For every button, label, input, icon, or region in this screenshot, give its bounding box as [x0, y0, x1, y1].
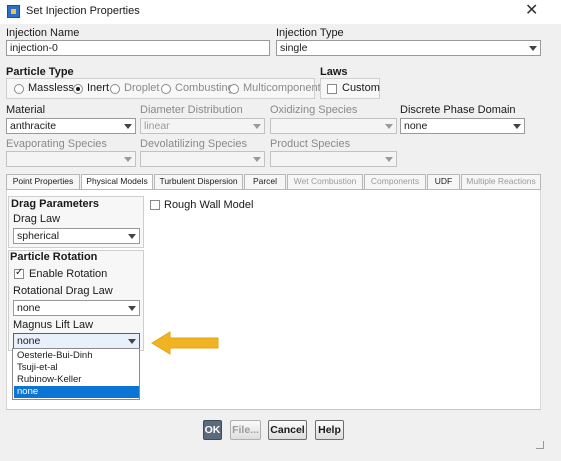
- oxidizing-species-label: Oxidizing Species: [270, 104, 358, 116]
- drag-law-label: Drag Law: [13, 213, 61, 225]
- particle-type-heading: Particle Type: [6, 66, 74, 78]
- chevron-down-icon: [385, 124, 393, 129]
- chevron-down-icon: [124, 157, 132, 162]
- button-row-divider: [6, 409, 541, 410]
- custom-laws-label: Custom: [342, 82, 380, 94]
- drag-law-value: spherical: [17, 230, 60, 242]
- help-button[interactable]: Help: [315, 420, 344, 440]
- radio-massless[interactable]: [14, 84, 24, 94]
- discrete-phase-domain-select[interactable]: none: [400, 118, 525, 134]
- product-species-label: Product Species: [270, 138, 351, 150]
- radio-multicomponent[interactable]: [229, 84, 239, 94]
- custom-laws-checkbox[interactable]: [327, 84, 337, 94]
- laws-group: Custom: [320, 78, 380, 99]
- material-label: Material: [6, 104, 46, 116]
- tab-multiple-reactions[interactable]: Multiple Reactions: [461, 174, 541, 189]
- tab-wet-combustion[interactable]: Wet Combustion: [287, 174, 363, 189]
- chevron-down-icon: [124, 124, 132, 129]
- radio-massless-label: Massless: [28, 82, 74, 94]
- magnus-lift-law-select[interactable]: none: [13, 333, 140, 349]
- magnus-lift-law-dropdown-list: Oesterle-Bui-Dinh Tsuji-et-al Rubinow-Ke…: [12, 348, 140, 400]
- radio-droplet[interactable]: [110, 84, 120, 94]
- injection-name-label: Injection Name: [6, 27, 80, 39]
- chevron-down-icon: [513, 124, 521, 129]
- particle-type-group: Massless Inert Droplet Combusting Multic…: [6, 78, 321, 99]
- tab-components[interactable]: Components: [364, 174, 426, 189]
- discrete-phase-domain-label: Discrete Phase Domain: [400, 104, 516, 116]
- injection-type-select[interactable]: single: [276, 40, 541, 56]
- chevron-down-icon: [128, 339, 136, 344]
- resize-grip-icon[interactable]: [536, 441, 544, 449]
- dropdown-option-tsuji-et-al[interactable]: Tsuji-et-al: [14, 362, 139, 374]
- chevron-down-icon: [529, 46, 537, 51]
- dropdown-option-rubinow-keller[interactable]: Rubinow-Keller: [14, 374, 139, 386]
- magnus-lift-law-value: none: [17, 335, 41, 347]
- oxidizing-species-select[interactable]: [270, 118, 397, 134]
- diameter-distribution-label: Diameter Distribution: [140, 104, 243, 116]
- rough-wall-model-checkbox[interactable]: [150, 200, 160, 210]
- chevron-down-icon: [253, 157, 261, 162]
- material-value: anthracite: [10, 120, 57, 132]
- material-select[interactable]: anthracite: [6, 118, 136, 134]
- radio-inert[interactable]: [73, 84, 83, 94]
- close-icon[interactable]: ✕: [525, 2, 538, 20]
- radio-combusting[interactable]: [161, 84, 171, 94]
- injection-type-value: single: [280, 42, 308, 54]
- app-icon: [7, 5, 20, 18]
- particle-rotation-heading: Particle Rotation: [10, 251, 98, 263]
- dropdown-option-oesterle-bui-dinh[interactable]: Oesterle-Bui-Dinh: [14, 350, 139, 362]
- radio-multicomponent-label: Multicomponent: [243, 82, 321, 94]
- injection-name-input[interactable]: injection-0: [6, 40, 270, 56]
- chevron-down-icon: [128, 306, 136, 311]
- chevron-down-icon: [253, 124, 261, 129]
- devolatilizing-species-select[interactable]: [140, 151, 265, 167]
- magnus-lift-law-label: Magnus Lift Law: [13, 319, 94, 331]
- set-injection-properties-dialog: Set Injection Properties ✕ Injection Nam…: [0, 0, 561, 461]
- tab-parcel[interactable]: Parcel: [244, 174, 286, 189]
- enable-rotation-label: Enable Rotation: [29, 268, 108, 280]
- rough-wall-model-label: Rough Wall Model: [164, 199, 254, 211]
- title-bar: Set Injection Properties ✕: [0, 0, 561, 24]
- radio-inert-label: Inert: [87, 82, 110, 94]
- rotational-drag-law-select[interactable]: none: [13, 300, 140, 316]
- product-species-select[interactable]: [270, 151, 397, 167]
- devolatilizing-species-label: Devolatilizing Species: [140, 138, 247, 150]
- window-title: Set Injection Properties: [26, 5, 140, 17]
- radio-droplet-label: Droplet: [124, 82, 160, 94]
- tab-turbulent-dispersion[interactable]: Turbulent Dispersion: [154, 174, 243, 189]
- tab-physical-models[interactable]: Physical Models: [81, 174, 153, 189]
- cancel-button[interactable]: Cancel: [268, 420, 307, 440]
- dropdown-option-none[interactable]: none: [14, 386, 139, 398]
- file-button[interactable]: File...: [230, 420, 261, 440]
- radio-combusting-label: Combusting: [175, 82, 234, 94]
- chevron-down-icon: [385, 157, 393, 162]
- drag-law-select[interactable]: spherical: [13, 228, 140, 244]
- ok-button[interactable]: OK: [203, 420, 222, 440]
- rotational-drag-law-label: Rotational Drag Law: [13, 285, 113, 297]
- rotational-drag-law-value: none: [17, 302, 41, 314]
- enable-rotation-checkbox[interactable]: [14, 267, 24, 279]
- tab-point-properties[interactable]: Point Properties: [6, 174, 80, 189]
- injection-type-label: Injection Type: [276, 27, 344, 39]
- evaporating-species-select[interactable]: [6, 151, 136, 167]
- laws-heading: Laws: [320, 66, 348, 78]
- chevron-down-icon: [128, 234, 136, 239]
- tab-udf[interactable]: UDF: [427, 174, 460, 189]
- drag-parameters-heading: Drag Parameters: [11, 198, 100, 210]
- diameter-distribution-value: linear: [144, 120, 170, 132]
- highlight-arrow-icon: [151, 331, 219, 355]
- discrete-phase-domain-value: none: [404, 120, 428, 132]
- evaporating-species-label: Evaporating Species: [6, 138, 107, 150]
- diameter-distribution-select[interactable]: linear: [140, 118, 265, 134]
